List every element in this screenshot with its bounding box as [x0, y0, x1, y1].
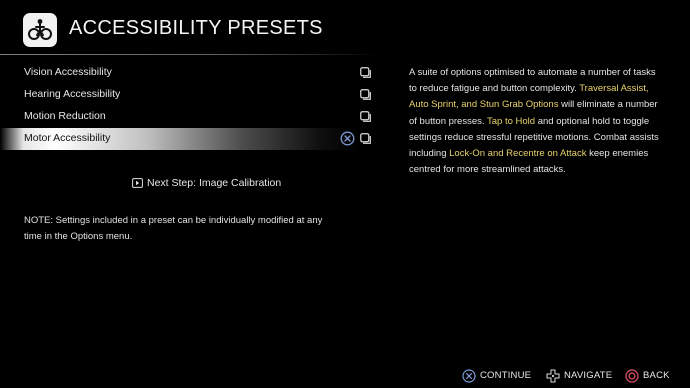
option-label: Hearing Accessibility [24, 88, 121, 100]
navigate-label: NAVIGATE [564, 370, 613, 381]
option-vision-accessibility[interactable]: Vision Accessibility [0, 62, 390, 84]
checkbox-icon[interactable] [360, 111, 371, 122]
description-highlight: Tap to Hold [487, 115, 536, 127]
checkbox-icon[interactable] [360, 89, 371, 100]
continue-hint[interactable]: CONTINUE [462, 368, 542, 384]
next-step-label: Next Step: Image Calibration [147, 177, 282, 189]
description-highlight: Lock-On and Recentre on Attack [449, 148, 587, 160]
option-hearing-accessibility[interactable]: Hearing Accessibility [0, 84, 390, 106]
back-hint[interactable]: BACK [625, 368, 675, 384]
back-label: BACK [643, 370, 670, 381]
checkbox-icon[interactable] [360, 133, 371, 144]
checkbox-icon[interactable] [360, 67, 371, 78]
preset-options-list: Vision Accessibility Hearing Accessibili… [0, 62, 390, 150]
option-label: Vision Accessibility [24, 66, 112, 78]
option-motor-accessibility[interactable]: Motor Accessibility [0, 128, 390, 150]
page-title: ACCESSIBILITY PRESETS [69, 17, 323, 39]
preset-note: NOTE: Settings included in a preset can … [24, 215, 323, 242]
navigate-hint[interactable]: NAVIGATE [546, 368, 626, 384]
header-divider [0, 54, 380, 55]
cross-button-icon [340, 131, 355, 146]
cross-button-icon [462, 369, 476, 383]
preset-description: A suite of options optimised to automate… [409, 65, 659, 178]
next-step-icon [132, 178, 143, 188]
option-label: Motion Reduction [24, 110, 106, 122]
accessibility-presets-icon [23, 13, 57, 47]
continue-label: CONTINUE [480, 370, 532, 381]
footer-button-hints: CONTINUE NAVIGATE BACK [462, 368, 672, 384]
option-motion-reduction[interactable]: Motion Reduction [0, 106, 390, 128]
circle-button-icon [625, 369, 639, 383]
option-label: Motor Accessibility [24, 132, 111, 144]
dpad-icon [546, 369, 560, 383]
